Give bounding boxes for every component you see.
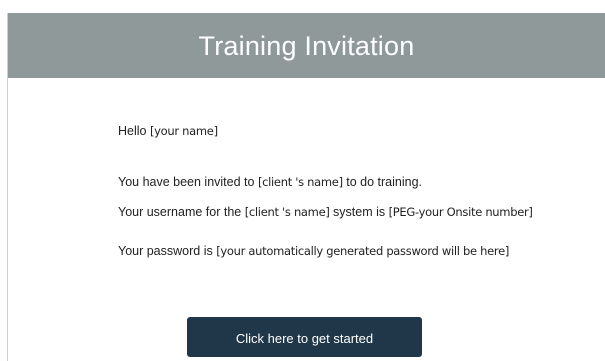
get-started-button[interactable]: Click here to get started (187, 317, 422, 357)
username-middle: system is (329, 205, 389, 219)
invite-line: You have been invited to [client 's name… (118, 175, 422, 189)
invite-suffix: to do training. (342, 175, 422, 189)
greeting-line: Hello [your name] (118, 124, 218, 138)
username-placeholder: [PEG-your Onsite number] (388, 205, 533, 219)
name-placeholder: [your name] (149, 124, 218, 138)
page-title: Training Invitation (198, 31, 415, 61)
greeting-prefix: Hello (118, 124, 150, 138)
invite-prefix: You have been invited to (118, 175, 258, 189)
username-prefix: Your username for the (118, 205, 245, 219)
client-name-placeholder: [client 's name] (244, 205, 330, 219)
password-placeholder: [your automatically generated password w… (216, 244, 510, 258)
email-card: Training Invitation Hello [your name] Yo… (7, 13, 605, 361)
client-name-placeholder: [client 's name] (257, 175, 343, 189)
username-line: Your username for the [client 's name] s… (118, 205, 533, 219)
password-line: Your password is [your automatically gen… (118, 244, 509, 258)
header-bar: Training Invitation (8, 13, 605, 78)
password-prefix: Your password is (118, 244, 217, 258)
